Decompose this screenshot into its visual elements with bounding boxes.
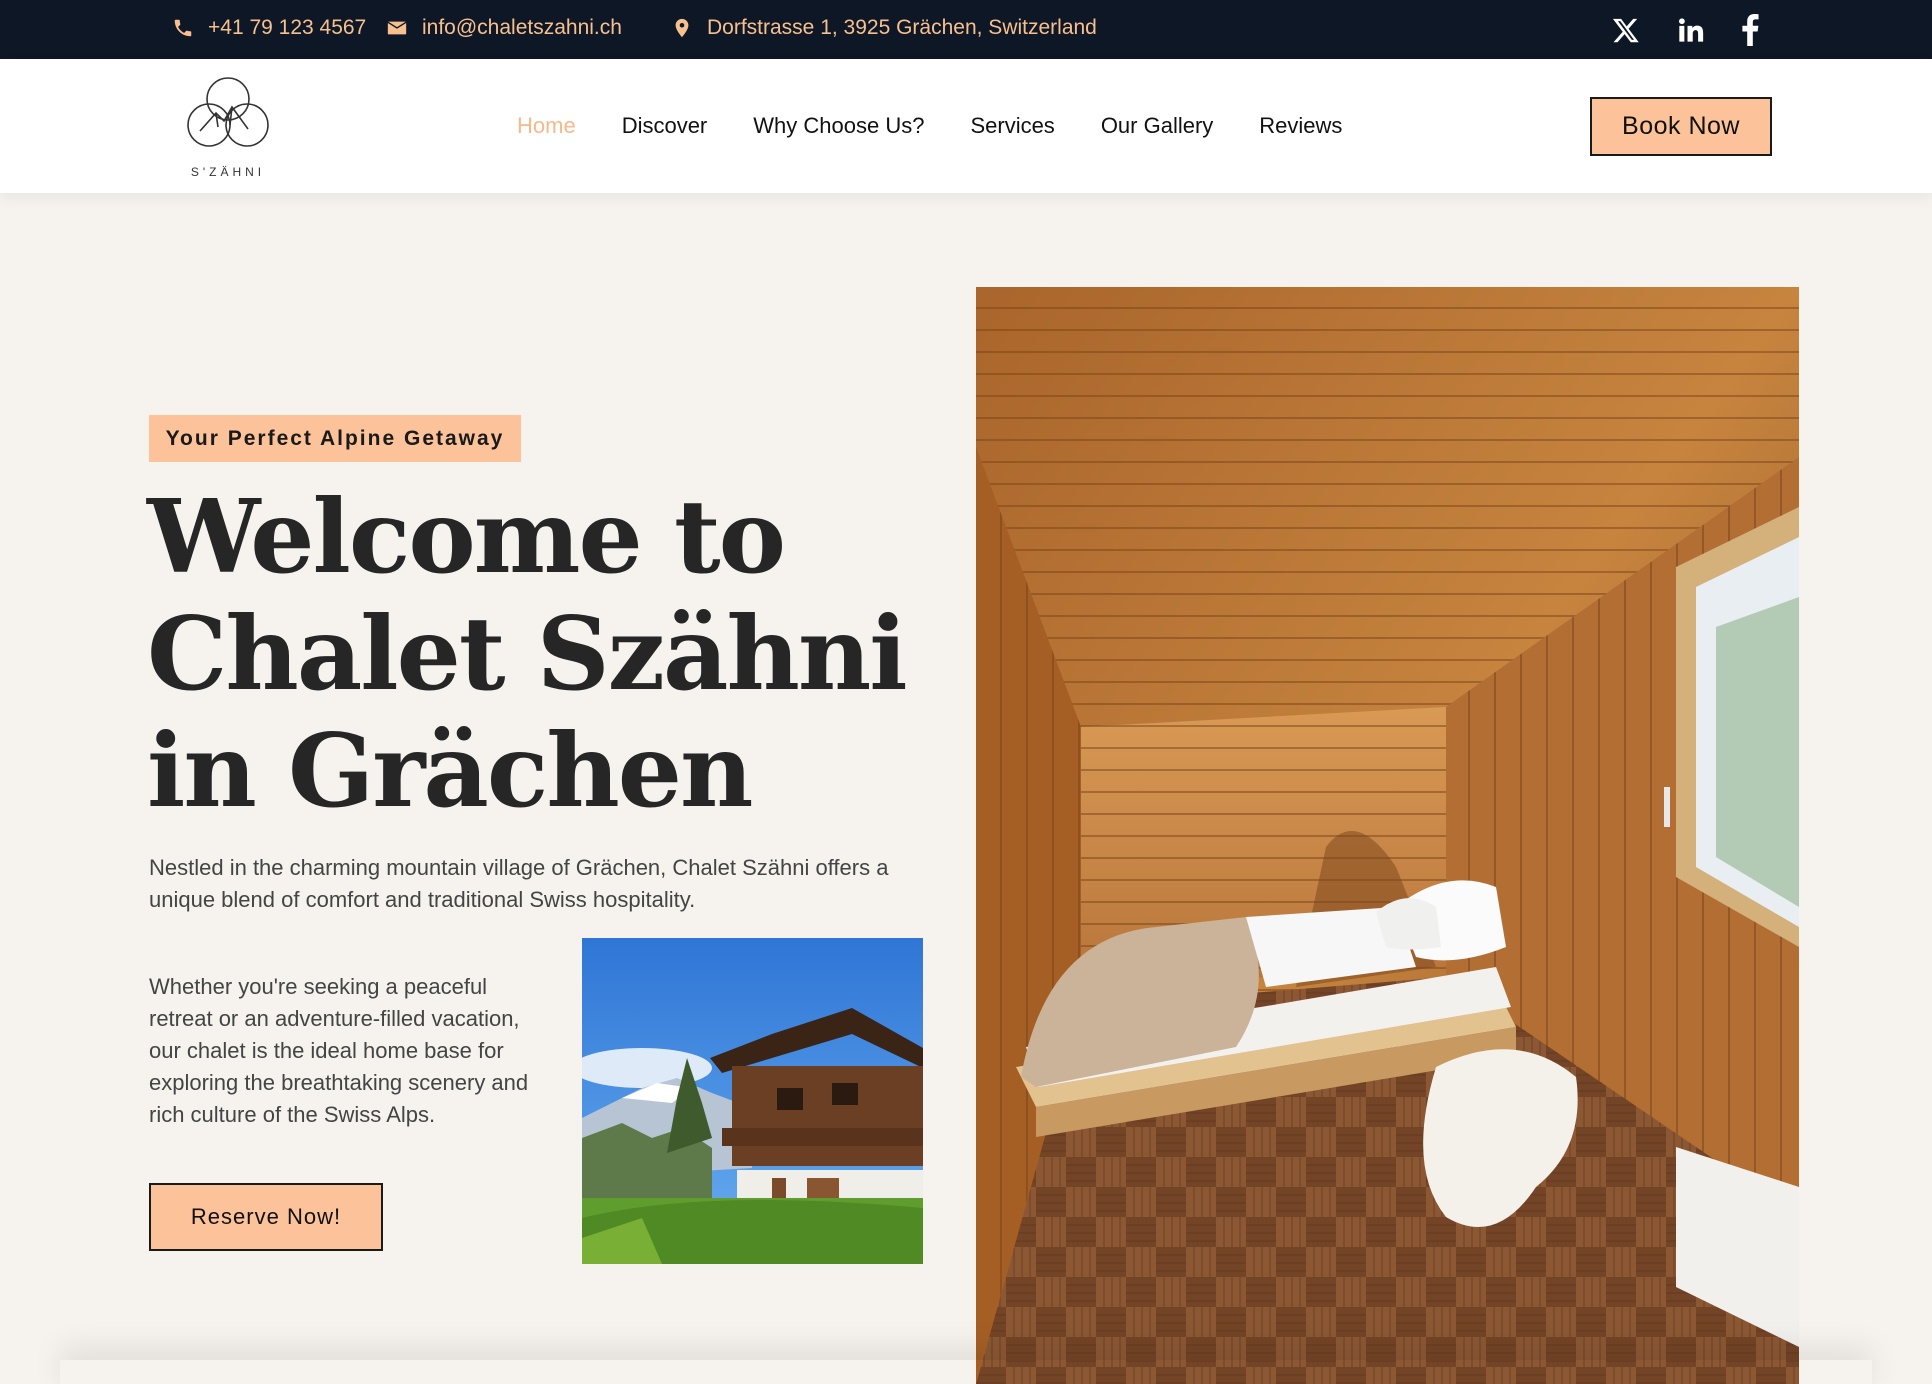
nav-reviews[interactable]: Reviews [1259, 113, 1342, 139]
logo-wordmark: S'ZÄHNI [190, 165, 266, 179]
chalet-exterior-photo [582, 938, 923, 1264]
facebook-icon [1742, 14, 1759, 46]
hero-title-line-1: Welcome to [147, 477, 786, 596]
linkedin-icon [1678, 18, 1704, 42]
nav-home[interactable]: Home [517, 113, 576, 139]
nav-menu: Home Discover Why Choose Us? Services Ou… [517, 59, 1388, 193]
nav-services[interactable]: Services [970, 113, 1054, 139]
nav-why-choose-us[interactable]: Why Choose Us? [753, 113, 924, 139]
book-now-button[interactable]: Book Now [1590, 97, 1772, 156]
map-pin-icon [675, 18, 689, 37]
section-divider-shadow [60, 1360, 1872, 1384]
hero-title-line-2: Chalet Szähni [147, 594, 908, 713]
top-contact-bar: +41 79 123 4567 info@chaletszahni.ch Dor… [0, 0, 1932, 59]
logo-mark-icon [187, 77, 269, 147]
hero-title: Welcome to Chalet Szähni in Grächen [147, 478, 927, 829]
email-contact[interactable]: info@chaletszahni.ch [386, 0, 622, 55]
facebook-link[interactable] [1736, 12, 1764, 48]
x-link[interactable] [1610, 12, 1642, 48]
email-address: info@chaletszahni.ch [422, 15, 622, 39]
hero-secondary-description: Whether you're seeking a peaceful retrea… [149, 974, 529, 1127]
street-address: Dorfstrasse 1, 3925 Grächen, Switzerland [707, 15, 1097, 39]
linkedin-link[interactable] [1673, 12, 1709, 48]
nav-our-gallery[interactable]: Our Gallery [1101, 113, 1213, 139]
hero-tagline: Your Perfect Alpine Getaway [149, 415, 521, 462]
room-interior-photo [976, 287, 1799, 1384]
phone-number: +41 79 123 4567 [208, 15, 367, 39]
hero-title-line-3: in Grächen [147, 711, 754, 830]
brand-logo[interactable]: S'ZÄHNI [182, 69, 274, 184]
reserve-now-button[interactable]: Reserve Now! [149, 1183, 383, 1251]
x-icon [1612, 18, 1639, 43]
nav-discover[interactable]: Discover [622, 113, 708, 139]
address-contact[interactable]: Dorfstrasse 1, 3925 Grächen, Switzerland [671, 0, 1097, 55]
phone-contact[interactable]: +41 79 123 4567 [172, 0, 366, 55]
hero-description: Nestled in the charming mountain village… [149, 855, 889, 912]
envelope-icon [387, 21, 407, 34]
phone-icon [174, 19, 192, 36]
main-navbar: S'ZÄHNI Home Discover Why Choose Us? Ser… [0, 59, 1932, 193]
